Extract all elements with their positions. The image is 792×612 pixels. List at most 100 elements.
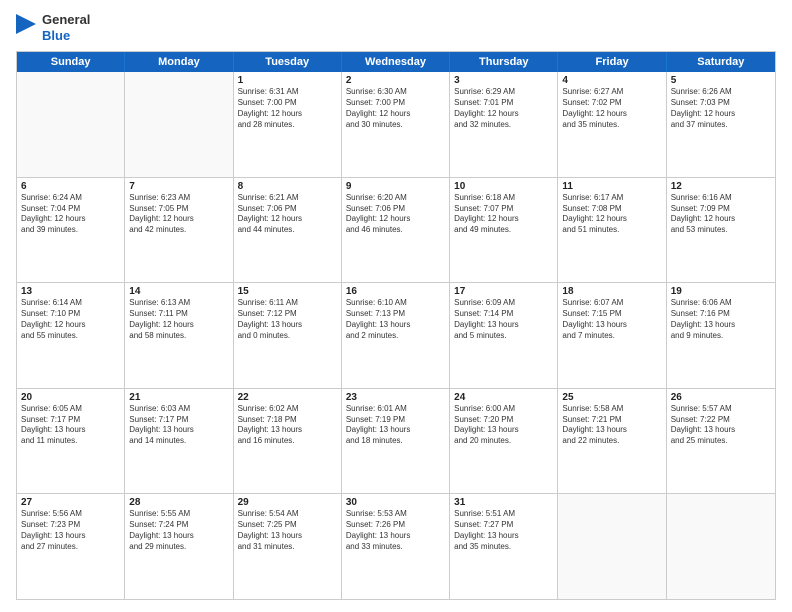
calendar-cell [558,494,666,599]
day-details: Sunrise: 6:13 AM Sunset: 7:11 PM Dayligh… [129,298,228,341]
calendar-cell: 23Sunrise: 6:01 AM Sunset: 7:19 PM Dayli… [342,389,450,494]
calendar-cell [17,72,125,177]
calendar-cell: 7Sunrise: 6:23 AM Sunset: 7:05 PM Daylig… [125,178,233,283]
calendar-cell [667,494,775,599]
logo-triangle-icon [16,14,36,42]
day-details: Sunrise: 6:29 AM Sunset: 7:01 PM Dayligh… [454,87,553,130]
calendar-header: SundayMondayTuesdayWednesdayThursdayFrid… [17,52,775,72]
day-number: 31 [454,497,553,508]
calendar-cell: 16Sunrise: 6:10 AM Sunset: 7:13 PM Dayli… [342,283,450,388]
calendar-row-2: 13Sunrise: 6:14 AM Sunset: 7:10 PM Dayli… [17,282,775,388]
day-number: 9 [346,181,445,192]
calendar-cell: 28Sunrise: 5:55 AM Sunset: 7:24 PM Dayli… [125,494,233,599]
calendar-cell: 10Sunrise: 6:18 AM Sunset: 7:07 PM Dayli… [450,178,558,283]
calendar-row-4: 27Sunrise: 5:56 AM Sunset: 7:23 PM Dayli… [17,493,775,599]
logo-general: General [42,12,90,28]
day-details: Sunrise: 6:00 AM Sunset: 7:20 PM Dayligh… [454,404,553,447]
day-number: 4 [562,75,661,86]
day-number: 23 [346,392,445,403]
day-details: Sunrise: 6:05 AM Sunset: 7:17 PM Dayligh… [21,404,120,447]
day-details: Sunrise: 6:31 AM Sunset: 7:00 PM Dayligh… [238,87,337,130]
calendar-cell: 26Sunrise: 5:57 AM Sunset: 7:22 PM Dayli… [667,389,775,494]
calendar-cell: 8Sunrise: 6:21 AM Sunset: 7:06 PM Daylig… [234,178,342,283]
day-number: 20 [21,392,120,403]
day-number: 17 [454,286,553,297]
day-number: 16 [346,286,445,297]
calendar-cell: 6Sunrise: 6:24 AM Sunset: 7:04 PM Daylig… [17,178,125,283]
day-number: 11 [562,181,661,192]
calendar-cell: 29Sunrise: 5:54 AM Sunset: 7:25 PM Dayli… [234,494,342,599]
calendar-cell: 1Sunrise: 6:31 AM Sunset: 7:00 PM Daylig… [234,72,342,177]
day-number: 5 [671,75,771,86]
calendar: SundayMondayTuesdayWednesdayThursdayFrid… [16,51,776,600]
calendar-cell: 31Sunrise: 5:51 AM Sunset: 7:27 PM Dayli… [450,494,558,599]
day-details: Sunrise: 6:16 AM Sunset: 7:09 PM Dayligh… [671,193,771,236]
calendar-cell: 14Sunrise: 6:13 AM Sunset: 7:11 PM Dayli… [125,283,233,388]
day-details: Sunrise: 6:20 AM Sunset: 7:06 PM Dayligh… [346,193,445,236]
day-number: 29 [238,497,337,508]
day-details: Sunrise: 5:51 AM Sunset: 7:27 PM Dayligh… [454,509,553,552]
calendar-row-3: 20Sunrise: 6:05 AM Sunset: 7:17 PM Dayli… [17,388,775,494]
weekday-header-monday: Monday [125,52,233,72]
day-details: Sunrise: 6:18 AM Sunset: 7:07 PM Dayligh… [454,193,553,236]
day-number: 26 [671,392,771,403]
day-number: 10 [454,181,553,192]
day-details: Sunrise: 6:23 AM Sunset: 7:05 PM Dayligh… [129,193,228,236]
day-number: 30 [346,497,445,508]
calendar-cell: 30Sunrise: 5:53 AM Sunset: 7:26 PM Dayli… [342,494,450,599]
day-number: 12 [671,181,771,192]
calendar-cell: 15Sunrise: 6:11 AM Sunset: 7:12 PM Dayli… [234,283,342,388]
day-number: 7 [129,181,228,192]
day-number: 1 [238,75,337,86]
day-number: 25 [562,392,661,403]
calendar-cell: 19Sunrise: 6:06 AM Sunset: 7:16 PM Dayli… [667,283,775,388]
day-number: 6 [21,181,120,192]
calendar-cell: 4Sunrise: 6:27 AM Sunset: 7:02 PM Daylig… [558,72,666,177]
calendar-cell: 21Sunrise: 6:03 AM Sunset: 7:17 PM Dayli… [125,389,233,494]
day-details: Sunrise: 6:27 AM Sunset: 7:02 PM Dayligh… [562,87,661,130]
day-details: Sunrise: 5:58 AM Sunset: 7:21 PM Dayligh… [562,404,661,447]
calendar-cell: 5Sunrise: 6:26 AM Sunset: 7:03 PM Daylig… [667,72,775,177]
weekday-header-wednesday: Wednesday [342,52,450,72]
calendar-cell: 27Sunrise: 5:56 AM Sunset: 7:23 PM Dayli… [17,494,125,599]
calendar-cell [125,72,233,177]
calendar-body: 1Sunrise: 6:31 AM Sunset: 7:00 PM Daylig… [17,72,775,599]
calendar-cell: 24Sunrise: 6:00 AM Sunset: 7:20 PM Dayli… [450,389,558,494]
day-details: Sunrise: 6:30 AM Sunset: 7:00 PM Dayligh… [346,87,445,130]
calendar-row-0: 1Sunrise: 6:31 AM Sunset: 7:00 PM Daylig… [17,72,775,177]
day-number: 15 [238,286,337,297]
weekday-header-friday: Friday [558,52,666,72]
calendar-cell: 3Sunrise: 6:29 AM Sunset: 7:01 PM Daylig… [450,72,558,177]
calendar-cell: 12Sunrise: 6:16 AM Sunset: 7:09 PM Dayli… [667,178,775,283]
day-details: Sunrise: 6:07 AM Sunset: 7:15 PM Dayligh… [562,298,661,341]
calendar-cell: 20Sunrise: 6:05 AM Sunset: 7:17 PM Dayli… [17,389,125,494]
day-details: Sunrise: 6:02 AM Sunset: 7:18 PM Dayligh… [238,404,337,447]
weekday-header-saturday: Saturday [667,52,775,72]
weekday-header-tuesday: Tuesday [234,52,342,72]
day-details: Sunrise: 5:53 AM Sunset: 7:26 PM Dayligh… [346,509,445,552]
day-details: Sunrise: 5:56 AM Sunset: 7:23 PM Dayligh… [21,509,120,552]
page: GeneralBlue SundayMondayTuesdayWednesday… [0,0,792,612]
day-number: 19 [671,286,771,297]
day-details: Sunrise: 6:03 AM Sunset: 7:17 PM Dayligh… [129,404,228,447]
day-details: Sunrise: 6:17 AM Sunset: 7:08 PM Dayligh… [562,193,661,236]
header: GeneralBlue [16,12,776,43]
day-number: 24 [454,392,553,403]
day-details: Sunrise: 6:14 AM Sunset: 7:10 PM Dayligh… [21,298,120,341]
day-number: 8 [238,181,337,192]
day-details: Sunrise: 6:10 AM Sunset: 7:13 PM Dayligh… [346,298,445,341]
weekday-header-sunday: Sunday [17,52,125,72]
weekday-header-thursday: Thursday [450,52,558,72]
day-details: Sunrise: 6:06 AM Sunset: 7:16 PM Dayligh… [671,298,771,341]
day-number: 27 [21,497,120,508]
day-number: 2 [346,75,445,86]
day-details: Sunrise: 5:55 AM Sunset: 7:24 PM Dayligh… [129,509,228,552]
logo-blue: Blue [42,28,90,44]
day-number: 21 [129,392,228,403]
day-details: Sunrise: 6:09 AM Sunset: 7:14 PM Dayligh… [454,298,553,341]
day-number: 22 [238,392,337,403]
day-details: Sunrise: 6:11 AM Sunset: 7:12 PM Dayligh… [238,298,337,341]
day-number: 14 [129,286,228,297]
day-number: 3 [454,75,553,86]
day-number: 18 [562,286,661,297]
